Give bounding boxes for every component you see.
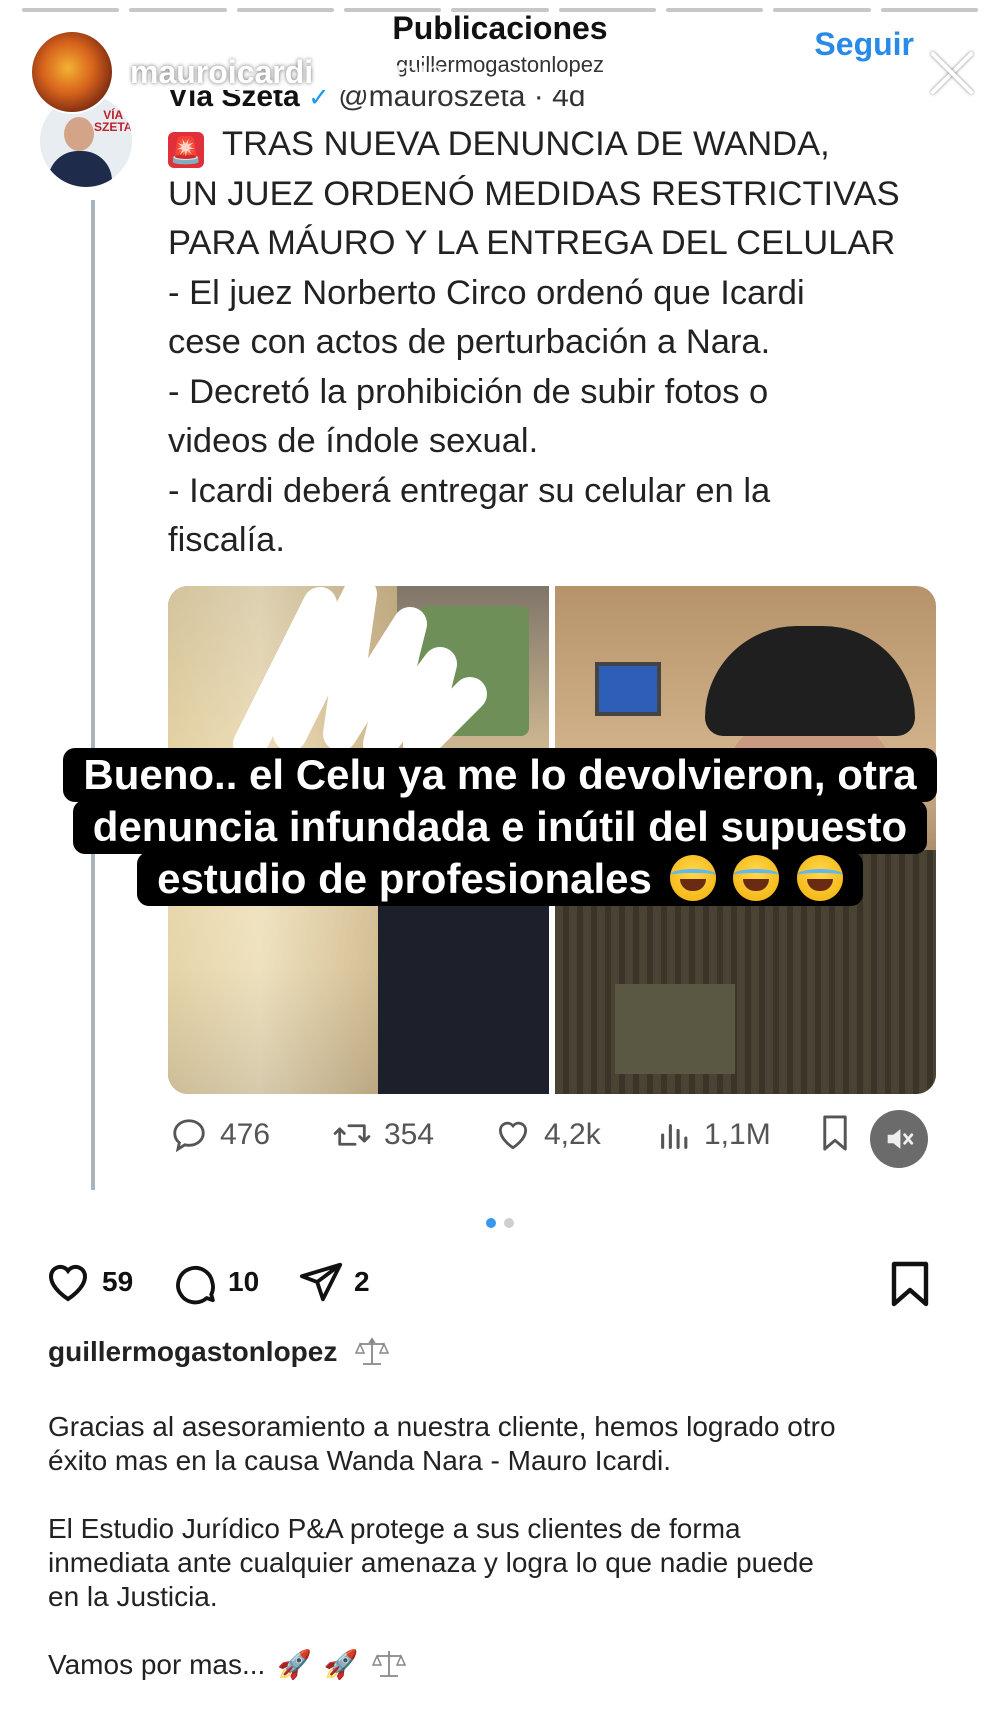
photo-pocket <box>615 984 735 1074</box>
carousel-dot-active <box>486 1218 496 1228</box>
caption-line: Bueno.. el Celu ya me lo devolvieron, ot… <box>63 748 937 802</box>
rocket-emoji-icon: 🚀 <box>277 1649 312 1680</box>
bookmark-icon <box>891 1261 929 1307</box>
heart-icon <box>48 1264 88 1302</box>
avatar-person-head <box>64 117 94 151</box>
post-save-button[interactable] <box>890 1260 930 1315</box>
story-progress-segment <box>236 8 334 12</box>
tweet-line: fiscalía. <box>168 521 285 559</box>
tweet-line: - Icardi deberá entregar su celular en l… <box>168 471 771 510</box>
siren-icon: 🚨 <box>168 132 204 168</box>
heart-icon <box>498 1121 528 1150</box>
photo-screen <box>595 662 661 716</box>
story-progress-segment <box>343 8 442 12</box>
rocket-emoji-icon: 🚀 <box>323 1649 359 1680</box>
avatar[interactable] <box>30 30 114 114</box>
post-like-count: 59 <box>102 1266 134 1297</box>
story-timestamp: 56 min <box>353 55 444 88</box>
comment-icon <box>176 1265 215 1305</box>
retweet-button[interactable]: 354 <box>332 1116 434 1154</box>
post-caption: Gracias al asesoramiento a nuestra clien… <box>48 1410 948 1716</box>
story-user[interactable]: mauroicardi 56 min <box>30 30 443 114</box>
reply-icon <box>173 1119 205 1153</box>
scales-icon <box>355 1337 390 1365</box>
caption-paragraph: El Estudio Jurídico P&A protege a sus cl… <box>48 1513 814 1612</box>
reply-count: 476 <box>220 1118 271 1151</box>
story-progress-bars <box>22 8 978 12</box>
tweet-line: - El juez Norberto Circo ordenó que Icar… <box>168 273 805 312</box>
scales-icon <box>372 1651 407 1677</box>
reply-button[interactable]: 476 <box>170 1116 270 1154</box>
more-options-icon[interactable]: ••• <box>839 52 870 80</box>
carousel-indicator <box>0 1218 1000 1228</box>
photo-jacket <box>377 890 549 1094</box>
mute-button[interactable] <box>870 1110 928 1168</box>
post-action-bar: 59 10 2 <box>44 1258 944 1314</box>
tweet-bookmark-button[interactable] <box>820 1114 850 1152</box>
story-progress-segment <box>773 8 871 12</box>
avatar-person-body <box>48 151 112 187</box>
send-icon <box>299 1262 343 1302</box>
thread-line <box>91 200 95 1190</box>
tweet-line: - Decretó la prohibición de subir fotos … <box>168 372 769 411</box>
close-icon[interactable] <box>926 46 978 98</box>
story-progress-segment <box>665 8 764 12</box>
tweet-line: cese con actos de perturbación a Nara. <box>168 323 771 361</box>
tweet-line: PARA MÁURO Y LA ENTREGA DEL CELULAR <box>168 224 896 262</box>
post-like-button[interactable]: 59 <box>44 1258 133 1306</box>
tweet-line: videos de índole sexual. <box>168 422 539 460</box>
views-button[interactable]: 1,1M <box>658 1116 771 1154</box>
retweet-count: 354 <box>384 1118 435 1151</box>
tweet-text: 🚨 TRAS NUEVA DENUNCIA DE WANDA, UN JUEZ O… <box>168 120 968 566</box>
story-progress-segment <box>129 8 227 12</box>
views-bar-icon <box>661 1124 688 1149</box>
muted-speaker-icon <box>887 1129 914 1149</box>
caption-paragraph: Gracias al asesoramiento a nuestra clien… <box>48 1411 836 1476</box>
like-count: 4,2k <box>544 1118 601 1151</box>
carousel-dot <box>504 1218 514 1228</box>
laughing-emoji-icon <box>669 855 716 901</box>
laughing-emoji-icon <box>796 855 843 901</box>
caption-line: denuncia infundada e inútil del supuesto <box>72 800 928 854</box>
story-progress-segment <box>451 8 549 12</box>
views-count: 1,1M <box>704 1118 771 1151</box>
tweet-line: 🚨 TRAS NUEVA DENUNCIA DE WANDA, <box>168 120 968 170</box>
retweet-icon <box>333 1124 371 1146</box>
tweet-line: UN JUEZ ORDENÓ MEDIDAS RESTRICTIVAS <box>168 174 900 213</box>
story-username[interactable]: mauroicardi <box>130 54 313 91</box>
like-button[interactable]: 4,2k <box>494 1116 601 1154</box>
laughing-emoji-icon <box>733 855 780 901</box>
post-share-count: 2 <box>354 1266 370 1297</box>
post-author[interactable]: guillermogastonlopez <box>48 1336 390 1368</box>
post-comment-count: 10 <box>228 1266 260 1297</box>
bookmark-icon <box>823 1115 847 1151</box>
post-comment-button[interactable]: 10 <box>172 1258 259 1306</box>
scribble-drawing <box>233 584 487 754</box>
tweet-action-bar: 476 354 4,2k 1,1M <box>170 1110 950 1160</box>
caption-line: estudio de profesionales <box>137 852 863 906</box>
story-progress-segment <box>880 8 978 12</box>
story-progress-segment <box>558 8 656 12</box>
story-caption: Bueno.. el Celu ya me lo devolvieron, ot… <box>0 748 1000 906</box>
post-author-name[interactable]: guillermogastonlopez <box>48 1336 337 1368</box>
photo-cap <box>705 626 915 736</box>
story-progress-segment <box>22 8 120 12</box>
post-share-button[interactable]: 2 <box>298 1258 370 1306</box>
caption-paragraph: Vamos por mas... 🚀 🚀 <box>48 1648 948 1682</box>
